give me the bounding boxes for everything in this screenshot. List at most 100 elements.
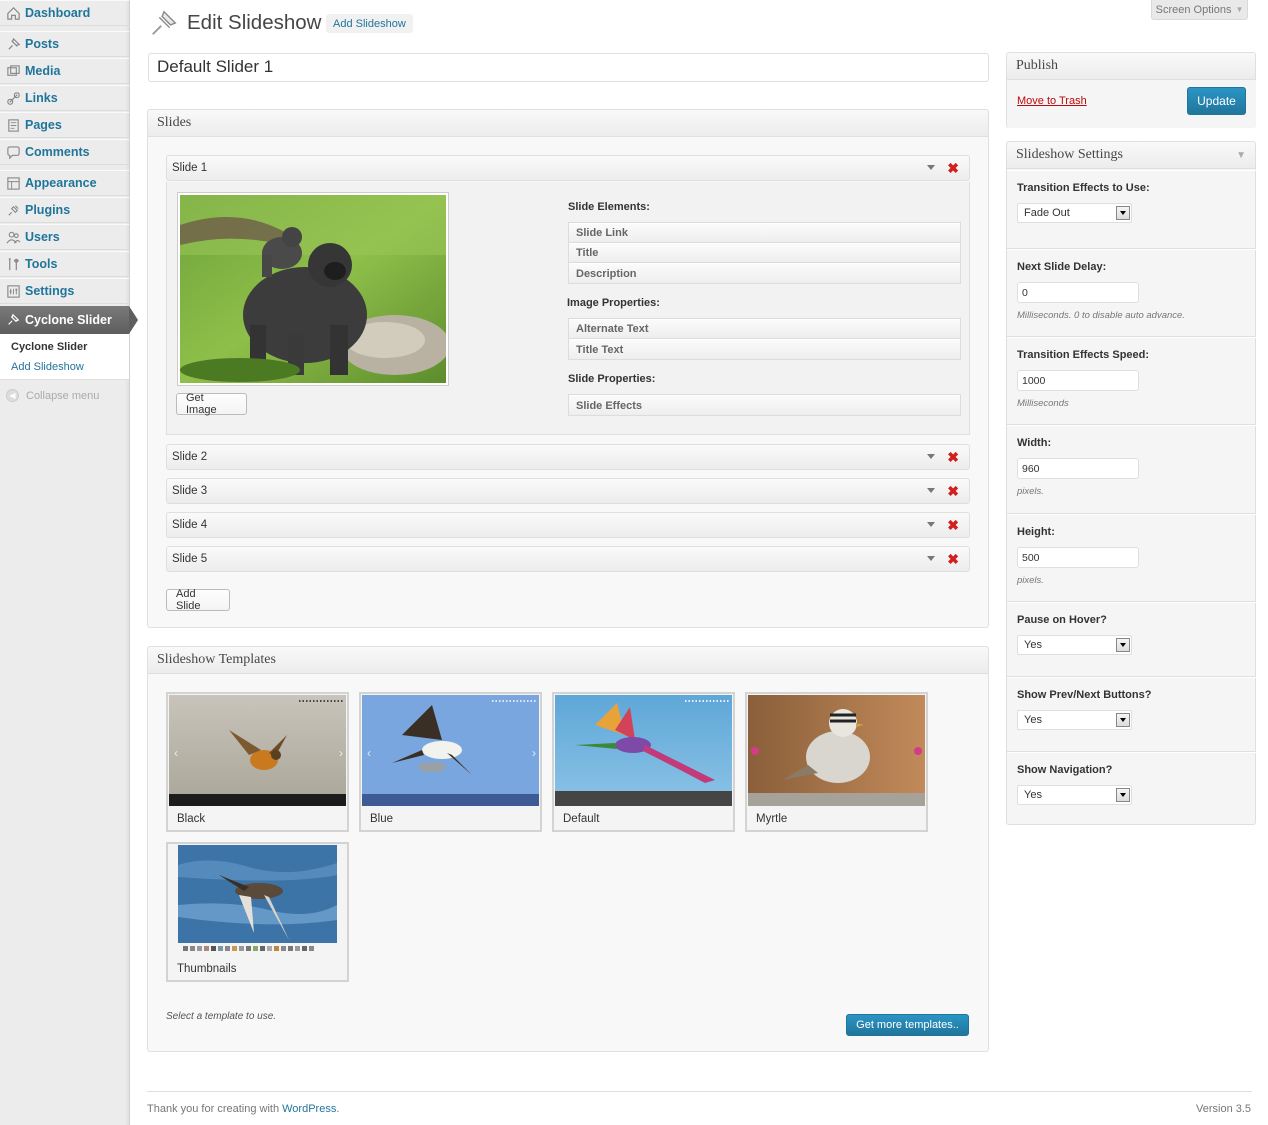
footer-version: Version 3.5 [1196,1103,1252,1115]
menu-item-media[interactable]: Media [0,58,129,84]
slide-effects-toggle[interactable]: Slide Effects [569,395,960,415]
template-black[interactable]: ‹ › Black [166,692,349,832]
delete-slide-icon[interactable]: ✖ [947,552,959,566]
menu-item-tools[interactable]: Tools [0,251,129,277]
delete-slide-icon[interactable]: ✖ [947,518,959,532]
menu-item-settings[interactable]: Settings [0,278,129,304]
collapse-arrow-icon: ◀ [6,389,19,402]
speed-input[interactable]: 1000 [1017,370,1139,391]
screen-options-button[interactable]: Screen Options ▼ [1151,0,1248,20]
submenu-item-add-slideshow[interactable]: Add Slideshow [11,359,129,379]
add-slide-button[interactable]: Add Slide [166,588,230,612]
pushpin-icon [6,37,21,52]
title-toggle[interactable]: Title [569,243,960,263]
update-button[interactable]: Update [1187,87,1246,115]
speed-hint: Milliseconds [1017,398,1069,409]
menu-item-appearance[interactable]: Appearance [0,170,129,196]
templates-box-title: Slideshow Templates [148,647,988,674]
prev-next-select[interactable]: Yes [1017,710,1132,730]
transition-select[interactable]: Fade Out [1017,203,1132,223]
template-thumbnail: ‹ › [362,695,539,806]
template-name: Black [177,813,206,825]
expand-caret-icon[interactable] [927,454,935,459]
menu-item-pages[interactable]: Pages [0,112,129,138]
slide-header-4[interactable]: Slide 4 ✖ [166,512,970,538]
menu-label: Links [25,91,58,105]
template-thumbnails[interactable]: Thumbnails [166,842,349,982]
collapse-toggle-icon[interactable]: ▼ [1236,150,1246,161]
wordpress-link[interactable]: WordPress [282,1103,336,1115]
submenu: Cyclone Slider Add Slideshow [0,334,129,380]
delay-hint: Milliseconds. 0 to disable auto advance. [1017,310,1185,321]
expand-caret-icon[interactable] [927,488,935,493]
svg-text:›: › [532,746,536,760]
slide-elements-group: Slide Link Title Description [568,222,961,284]
title-text-toggle[interactable]: Title Text [569,339,960,359]
dashboard-icon [6,6,21,21]
delete-slide-icon[interactable]: ✖ [947,484,959,498]
slide-title: Slide 2 [172,451,208,463]
slide-title: Slide 1 [172,162,208,174]
menu-item-links[interactable]: Links [0,85,129,111]
slideshow-title-input[interactable]: Default Slider 1 [148,53,989,82]
expand-caret-icon[interactable] [927,165,935,170]
menu-label: Plugins [25,203,71,217]
slide-header-2[interactable]: Slide 2 ✖ [166,444,970,470]
pause-select[interactable]: Yes [1017,635,1132,655]
menu-item-posts[interactable]: Posts [0,31,129,57]
template-default[interactable]: Default [552,692,735,832]
menu-label: Comments [25,145,90,159]
pause-label: Pause on Hover? [1017,614,1107,626]
menu-item-comments[interactable]: Comments [0,139,129,165]
slideshow-settings-box: Slideshow Settings ▼ Transition Effects … [1006,141,1256,825]
slides-box-title: Slides [148,110,988,137]
expand-caret-icon[interactable] [927,522,935,527]
slides-box-title-text: Slides [157,115,192,130]
settings-box-title: Slideshow Settings ▼ [1007,142,1255,169]
template-thumbnail [169,845,346,956]
move-to-trash-link[interactable]: Move to Trash [1017,95,1087,107]
menu-item-cyclone-slider[interactable]: Cyclone Slider [0,306,138,334]
collapse-menu-button[interactable]: ◀ Collapse menu [6,389,99,402]
slide-link-toggle[interactable]: Slide Link [569,223,960,243]
height-input[interactable]: 500 [1017,547,1139,568]
slide-1-body: Get Image Slide Elements: Slide Link Tit… [166,182,970,435]
menu-item-plugins[interactable]: Plugins [0,197,129,223]
get-image-button[interactable]: Get Image [176,392,247,416]
menu-item-dashboard[interactable]: Dashboard [0,0,129,26]
height-label: Height: [1017,526,1055,538]
delay-setting: Next Slide Delay: 0 Milliseconds. 0 to d… [1007,249,1256,337]
menu-item-users[interactable]: Users [0,224,129,250]
template-hint: Select a template to use. [166,1011,277,1022]
slide-header-5[interactable]: Slide 5 ✖ [166,546,970,572]
menu-label: Cyclone Slider [25,313,112,327]
submenu-item-cyclone-slider[interactable]: Cyclone Slider [11,339,129,359]
delay-input[interactable]: 0 [1017,282,1139,303]
dropdown-arrow-icon [1116,206,1130,220]
template-thumbnail [748,695,925,806]
appearance-icon [6,176,21,191]
slide-elements-label: Slide Elements: [568,201,650,213]
delete-slide-icon[interactable]: ✖ [947,161,959,175]
add-slideshow-button[interactable]: Add Slideshow [326,14,413,33]
template-myrtle[interactable]: Myrtle [745,692,928,832]
navigation-select[interactable]: Yes [1017,785,1132,805]
get-more-templates-button[interactable]: Get more templates.. [846,1014,969,1036]
slide-header-1[interactable]: Slide 1 ✖ [166,155,970,181]
width-setting: Width: 960 pixels. [1007,425,1256,514]
footer-period: . [336,1103,340,1115]
transition-label: Transition Effects to Use: [1017,182,1150,194]
slide-title: Slide 4 [172,519,208,531]
description-toggle[interactable]: Description [569,263,960,283]
template-name: Thumbnails [177,963,237,975]
template-blue[interactable]: ‹ › Blue [359,692,542,832]
alternate-text-toggle[interactable]: Alternate Text [569,319,960,339]
image-properties-label: Image Properties: [567,297,660,309]
menu-label: Users [25,230,60,244]
slide-properties-group: Slide Effects [568,394,961,416]
publish-box: Publish Move to Trash Update [1006,52,1256,128]
delete-slide-icon[interactable]: ✖ [947,450,959,464]
slide-header-3[interactable]: Slide 3 ✖ [166,478,970,504]
expand-caret-icon[interactable] [927,556,935,561]
width-input[interactable]: 960 [1017,458,1139,479]
